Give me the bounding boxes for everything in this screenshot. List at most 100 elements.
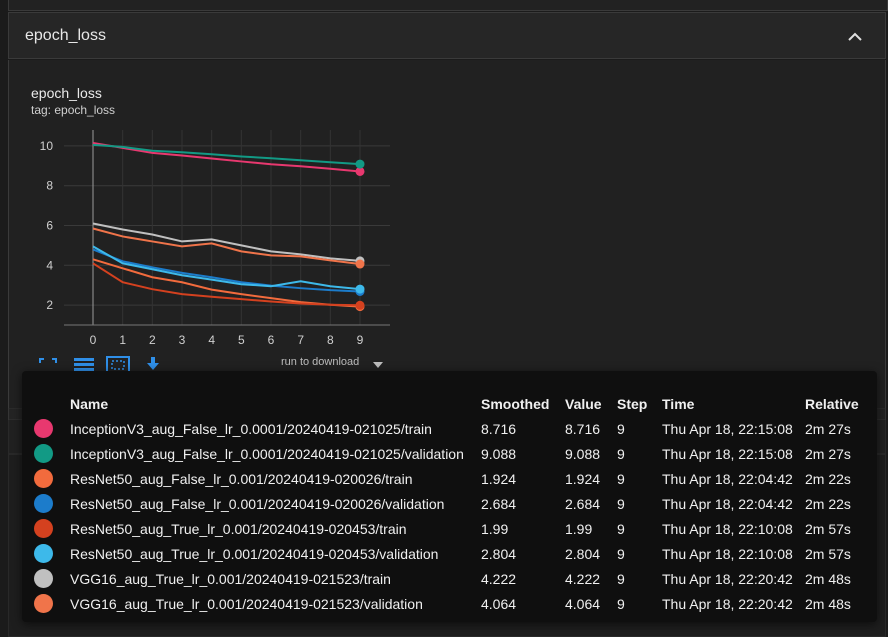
cell-step: 9 bbox=[617, 495, 625, 512]
cell-relative: 2m 57s bbox=[805, 545, 851, 562]
tooltip-row: InceptionV3_aug_False_lr_0.0001/20240419… bbox=[34, 416, 865, 441]
x-tick-label: 9 bbox=[357, 333, 364, 347]
cell-time: Thu Apr 18, 22:15:08 bbox=[662, 445, 793, 462]
y-tick-label: 2 bbox=[46, 298, 53, 312]
header-relative: Relative bbox=[805, 395, 859, 412]
series-swatch bbox=[34, 491, 70, 516]
cell-smoothed: 8.716 bbox=[481, 420, 517, 437]
cell-smoothed: 1.924 bbox=[481, 470, 517, 487]
series-swatch bbox=[34, 416, 70, 441]
series-swatch bbox=[34, 466, 70, 491]
cell-name: VGG16_aug_True_lr_0.001/20240419-021523/… bbox=[70, 570, 391, 587]
cell-time: Thu Apr 18, 22:20:42 bbox=[662, 570, 793, 587]
cell-step: 9 bbox=[617, 445, 625, 462]
cell-step: 9 bbox=[617, 470, 625, 487]
cell-relative: 2m 57s bbox=[805, 520, 851, 537]
series-end-point bbox=[355, 159, 365, 169]
cell-step: 9 bbox=[617, 595, 625, 612]
cell-time: Thu Apr 18, 22:04:42 bbox=[662, 470, 793, 487]
series-line bbox=[92, 141, 361, 173]
series-color-dot bbox=[34, 544, 53, 563]
series-swatch bbox=[34, 541, 70, 566]
cell-relative: 2m 27s bbox=[805, 420, 851, 437]
header-name: Name bbox=[70, 395, 109, 412]
x-tick-label: 1 bbox=[119, 333, 126, 347]
x-tick-label: 0 bbox=[90, 333, 97, 347]
series-line bbox=[92, 258, 361, 308]
tooltip-row: VGG16_aug_True_lr_0.001/20240419-021523/… bbox=[34, 566, 865, 591]
swatch-header bbox=[34, 391, 70, 416]
cell-relative: 2m 22s bbox=[805, 470, 851, 487]
series-end-point bbox=[355, 259, 365, 269]
cell-smoothed: 9.088 bbox=[481, 445, 517, 462]
cell-name: InceptionV3_aug_False_lr_0.0001/20240419… bbox=[70, 445, 464, 462]
x-tick-label: 5 bbox=[238, 333, 245, 347]
cell-time: Thu Apr 18, 22:10:08 bbox=[662, 520, 793, 537]
cell-relative: 2m 48s bbox=[805, 570, 851, 587]
series-color-dot bbox=[34, 569, 53, 588]
tooltip-row: ResNet50_aug_True_lr_0.001/20240419-0204… bbox=[34, 541, 865, 566]
cell-relative: 2m 22s bbox=[805, 495, 851, 512]
tooltip-row: ResNet50_aug_True_lr_0.001/20240419-0204… bbox=[34, 516, 865, 541]
x-tick-label: 6 bbox=[268, 333, 275, 347]
cell-name: InceptionV3_aug_False_lr_0.0001/20240419… bbox=[70, 420, 432, 437]
header-value: Value bbox=[565, 395, 602, 412]
cell-name: ResNet50_aug_False_lr_0.001/20240419-020… bbox=[70, 470, 413, 487]
y-tick-label: 6 bbox=[46, 219, 53, 233]
x-tick-label: 3 bbox=[179, 333, 186, 347]
series-swatch bbox=[34, 566, 70, 591]
cell-value: 8.716 bbox=[565, 420, 601, 437]
header-smoothed: Smoothed bbox=[481, 395, 550, 412]
series-color-dot bbox=[34, 519, 53, 538]
series-color-dot bbox=[34, 594, 53, 613]
cell-value: 1.99 bbox=[565, 520, 593, 537]
series-color-dot bbox=[34, 444, 53, 463]
cell-name: ResNet50_aug_True_lr_0.001/20240419-0204… bbox=[70, 520, 407, 537]
tooltip-row: InceptionV3_aug_False_lr_0.0001/20240419… bbox=[34, 441, 865, 466]
dropdown-arrow-icon bbox=[373, 362, 383, 368]
y-tick-label: 10 bbox=[40, 139, 54, 153]
download-icon[interactable] bbox=[145, 356, 161, 372]
cell-value: 2.804 bbox=[565, 545, 601, 562]
cell-time: Thu Apr 18, 22:04:42 bbox=[662, 495, 793, 512]
cell-time: Thu Apr 18, 22:15:08 bbox=[662, 420, 793, 437]
run-to-download-label: run to download bbox=[281, 356, 360, 368]
x-tick-label: 7 bbox=[297, 333, 304, 347]
cell-time: Thu Apr 18, 22:20:42 bbox=[662, 595, 793, 612]
cell-step: 9 bbox=[617, 570, 625, 587]
y-tick-label: 8 bbox=[46, 179, 53, 193]
cell-smoothed: 1.99 bbox=[481, 520, 509, 537]
tooltip-header-row: Name Smoothed Value Step Time Relative bbox=[34, 391, 865, 416]
cell-relative: 2m 27s bbox=[805, 445, 851, 462]
x-tick-label: 2 bbox=[149, 333, 156, 347]
series-line bbox=[92, 227, 361, 266]
series-color-dot bbox=[34, 494, 53, 513]
tooltip-table: Name Smoothed Value Step Time Relative I… bbox=[34, 391, 865, 616]
cell-time: Thu Apr 18, 22:10:08 bbox=[662, 545, 793, 562]
series-end-point bbox=[355, 284, 365, 294]
y-tick-label: 4 bbox=[46, 258, 53, 272]
series-swatch bbox=[34, 591, 70, 616]
series-swatch bbox=[34, 441, 70, 466]
cell-name: ResNet50_aug_True_lr_0.001/20240419-0204… bbox=[70, 545, 439, 562]
cell-value: 4.064 bbox=[565, 595, 601, 612]
series-color-dot bbox=[34, 469, 53, 488]
cell-value: 4.222 bbox=[565, 570, 601, 587]
series-line bbox=[92, 143, 361, 166]
cell-smoothed: 4.064 bbox=[481, 595, 517, 612]
series-swatch bbox=[34, 516, 70, 541]
hover-tooltip: Name Smoothed Value Step Time Relative I… bbox=[22, 371, 877, 622]
header-step: Step bbox=[617, 395, 648, 412]
tooltip-row: ResNet50_aug_False_lr_0.001/20240419-020… bbox=[34, 466, 865, 491]
cell-value: 9.088 bbox=[565, 445, 601, 462]
series-end-point bbox=[355, 300, 365, 310]
cell-smoothed: 4.222 bbox=[481, 570, 517, 587]
series-line bbox=[92, 245, 361, 291]
cell-value: 1.924 bbox=[565, 470, 601, 487]
cell-smoothed: 2.804 bbox=[481, 545, 517, 562]
x-tick-label: 8 bbox=[327, 333, 334, 347]
cell-name: VGG16_aug_True_lr_0.001/20240419-021523/… bbox=[70, 595, 423, 612]
cell-step: 9 bbox=[617, 520, 625, 537]
header-time: Time bbox=[662, 395, 695, 412]
series-line bbox=[92, 222, 361, 262]
